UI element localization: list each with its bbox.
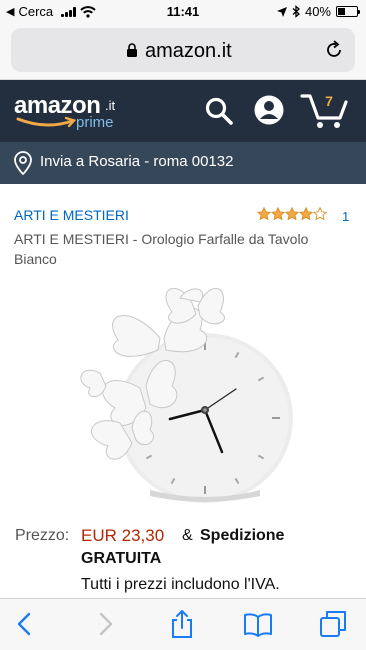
price-label: Prezzo:	[15, 527, 70, 544]
bookmarks-icon[interactable]	[243, 609, 273, 639]
url-text[interactable]: amazon.it	[145, 40, 232, 63]
amazon-header: amazon .it prime	[0, 80, 366, 142]
free-shipping-label: Spedizione	[200, 527, 285, 544]
battery-fill	[338, 8, 346, 15]
address-bar[interactable]: amazon.it	[11, 28, 355, 72]
status-right: 40%	[276, 4, 360, 19]
shipping-ampersand: &	[182, 527, 193, 544]
product-image[interactable]	[60, 278, 310, 508]
product-title: ARTI E MESTIERI - Orologio Farfalle da T…	[14, 231, 309, 267]
star-filled-icon	[271, 207, 285, 220]
logo-prime: prime	[76, 114, 114, 131]
brand-link[interactable]: ARTI E MESTIERI	[14, 207, 129, 223]
browser-toolbar	[0, 598, 366, 650]
forward-icon[interactable]	[90, 609, 120, 639]
star-filled-icon	[299, 207, 313, 220]
location-arrow-icon	[276, 6, 287, 17]
star-filled-icon	[257, 207, 271, 220]
bluetooth-icon	[292, 5, 300, 18]
price-value: EUR 23,30	[81, 526, 165, 545]
battery-percent: 40%	[304, 4, 331, 19]
account-icon[interactable]	[253, 94, 285, 126]
amazon-prime-logo[interactable]: amazon .it prime	[14, 90, 134, 134]
star-filled-icon	[285, 207, 299, 220]
logo-smile-icon	[16, 116, 77, 128]
share-icon[interactable]	[167, 609, 197, 639]
tabs-icon[interactable]	[318, 609, 348, 639]
star-empty-icon	[313, 207, 327, 220]
back-icon[interactable]	[10, 609, 40, 639]
battery-icon	[336, 6, 360, 17]
status-bar: ◀ Cerca 11:41 40%	[0, 0, 366, 22]
location-pin-icon	[14, 151, 32, 175]
free-shipping-label-cont: GRATUITA	[81, 550, 162, 567]
browser-chrome: amazon.it	[0, 22, 366, 80]
logo-tld: .it	[105, 98, 116, 113]
rating-count[interactable]: 1	[342, 209, 349, 224]
reload-icon[interactable]	[323, 39, 345, 61]
delivery-location-text[interactable]: Invia a Rosaria - roma 00132	[40, 153, 233, 170]
cart-count-badge[interactable]: 7	[322, 93, 336, 109]
search-icon[interactable]	[204, 96, 234, 126]
delivery-location-bar[interactable]: Invia a Rosaria - roma 00132	[0, 142, 366, 184]
vat-note: Tutti i prezzi includono l'IVA.	[81, 576, 280, 593]
star-rating[interactable]	[257, 207, 327, 220]
lock-icon	[127, 43, 137, 57]
